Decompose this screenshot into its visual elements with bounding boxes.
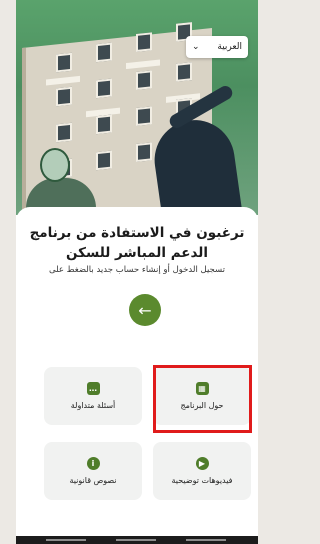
language-value: العربية: [217, 42, 242, 52]
arrow-left-icon: ←: [138, 300, 152, 320]
calendar-icon: ▦: [195, 382, 209, 395]
page-title: ترغبون في الاستفادة من برنامج الدعم المب…: [29, 225, 245, 261]
app-screen: العربية ⌄ ترغبون في الاستفادة من برنامج …: [16, 0, 258, 544]
tile-faq-label: أسئلة متداولة: [70, 401, 116, 410]
tile-about-program-label: حول البرنامج: [180, 401, 224, 410]
tile-videos[interactable]: ▶ فيديوهات توضيحية: [153, 442, 251, 500]
language-selector[interactable]: العربية ⌄: [186, 36, 248, 58]
tile-about-program[interactable]: ▦ حول البرنامج: [153, 367, 251, 425]
bottom-bar: [16, 536, 258, 544]
content-sheet: ترغبون في الاستفادة من برنامج الدعم المب…: [16, 207, 258, 544]
chat-icon: …: [86, 382, 100, 395]
info-icon: i: [86, 457, 100, 470]
login-button[interactable]: ←: [129, 294, 161, 326]
chevron-down-icon: ⌄: [192, 42, 200, 52]
tile-legal-texts-label: نصوص قانونية: [69, 476, 117, 485]
hero-image: العربية ⌄: [16, 0, 258, 215]
play-icon: ▶: [195, 457, 209, 470]
tile-videos-label: فيديوهات توضيحية: [171, 476, 233, 485]
tile-legal-texts[interactable]: i نصوص قانونية: [44, 442, 142, 500]
page-subtitle: تسجيل الدخول أو إنشاء حساب جديد بالضغط ع…: [49, 265, 225, 275]
person-head-illustration: [40, 148, 70, 182]
tile-faq[interactable]: … أسئلة متداولة: [44, 367, 142, 425]
